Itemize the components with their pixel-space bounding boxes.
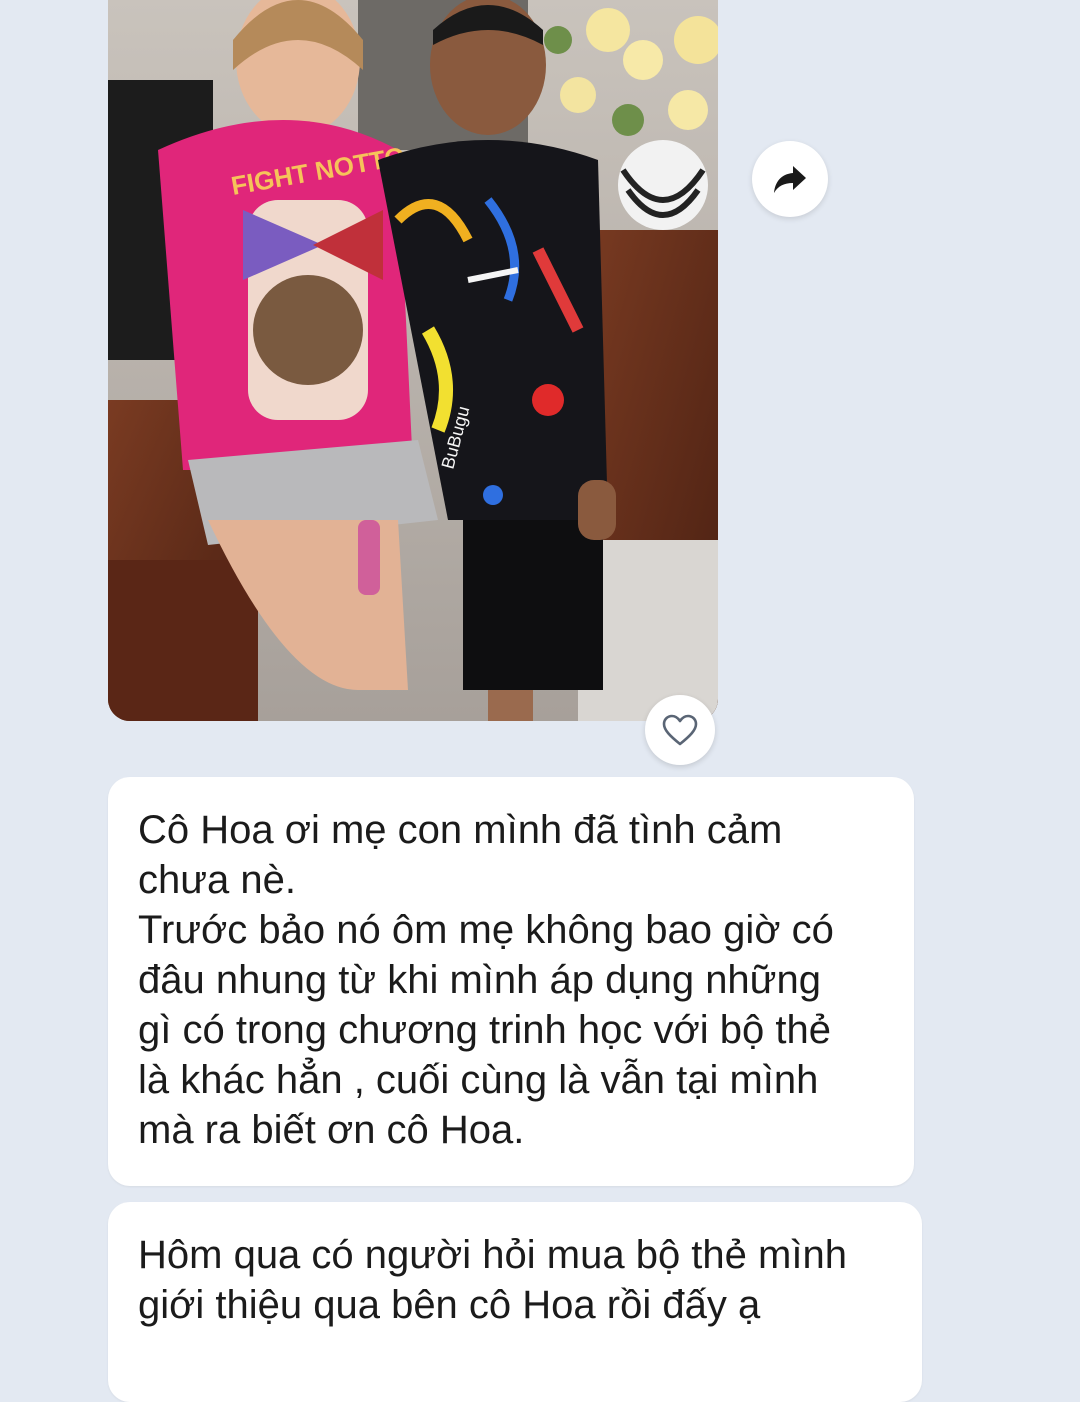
message-bubble[interactable]: Hôm qua có người hỏi mua bộ thẻ mình giớ… — [108, 1202, 922, 1402]
react-button[interactable] — [645, 695, 715, 765]
heart-outline-icon — [662, 714, 698, 746]
message-text-line: mà ra biết ơn cô Hoa. — [138, 1108, 525, 1152]
share-button[interactable] — [752, 141, 828, 217]
message-text-line: Trước bảo nó ôm mẹ không bao giờ có — [138, 908, 834, 952]
photo-image: FIGHT NOTTO BuBugu — [108, 0, 718, 721]
message-text-line: gì có trong chương trinh học với bộ thẻ — [138, 1008, 831, 1052]
message-text-line: chưa nè. — [138, 858, 296, 902]
message-bubble[interactable]: Cô Hoa ơi mẹ con mình đã tình cảm chưa n… — [108, 777, 914, 1186]
message-text-line: Hôm qua có người hỏi mua bộ thẻ mình — [138, 1233, 847, 1277]
message-text-line: là khác hẳn , cuối cùng là vẫn tại mình — [138, 1058, 819, 1102]
photo-message[interactable]: FIGHT NOTTO BuBugu — [108, 0, 718, 721]
message-text-line: Cô Hoa ơi mẹ con mình đã tình cảm — [138, 808, 783, 852]
share-arrow-icon — [774, 166, 806, 193]
message-text-line: giới thiệu qua bên cô Hoa rồi đấy ạ — [138, 1283, 761, 1327]
message-text-line: đâu nhung từ khi mình áp dụng những — [138, 958, 821, 1002]
